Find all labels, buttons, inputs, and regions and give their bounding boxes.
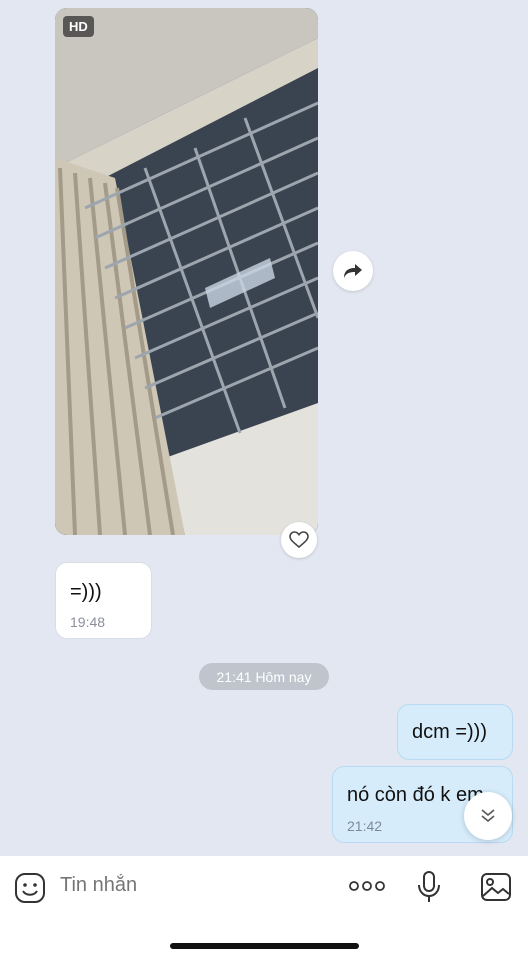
image-gallery-icon[interactable] <box>480 872 512 902</box>
date-separator: 21:41 Hôm nay <box>199 663 329 690</box>
message-composer <box>0 856 528 960</box>
shared-photo[interactable]: HD <box>55 8 318 535</box>
message-text: =))) <box>70 581 102 603</box>
like-button[interactable] <box>281 522 317 558</box>
double-chevron-down-icon <box>481 809 495 823</box>
scroll-to-bottom-button[interactable] <box>464 792 512 840</box>
message-text: nó còn đó k em <box>347 784 484 806</box>
message-bubble-incoming[interactable]: =))) 19:48 <box>55 562 152 639</box>
message-text: dcm =))) <box>412 721 487 743</box>
microphone-icon[interactable] <box>416 870 442 904</box>
message-input[interactable] <box>60 874 325 897</box>
heart-icon <box>289 531 309 549</box>
hd-badge: HD <box>63 16 94 37</box>
share-arrow-icon <box>344 264 362 278</box>
message-time: 21:42 <box>347 818 383 834</box>
home-indicator <box>170 943 359 949</box>
sticker-icon[interactable] <box>14 872 46 904</box>
more-dots-icon[interactable] <box>348 876 386 896</box>
message-time: 19:48 <box>70 614 106 630</box>
photo-image <box>55 8 318 535</box>
message-bubble-outgoing[interactable]: dcm =))) <box>397 704 513 760</box>
share-button[interactable] <box>333 251 373 291</box>
